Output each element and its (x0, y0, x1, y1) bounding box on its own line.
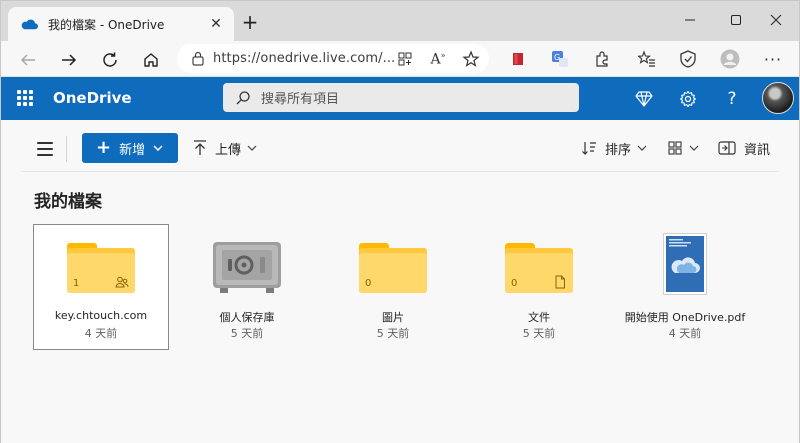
folder-thumbnail: 0 (326, 241, 460, 305)
new-button-label: 新增 (119, 142, 146, 158)
plus-icon: + (96, 137, 112, 158)
file-name: 個人保存庫 (219, 311, 275, 324)
favorite-star-icon[interactable] (461, 49, 481, 69)
favorites-list-icon[interactable] (637, 49, 657, 69)
file-name: 圖片 (382, 311, 404, 324)
sort-icon (582, 142, 596, 155)
sort-button[interactable]: 排序 (581, 137, 647, 159)
more-options-icon[interactable]: ··· (763, 49, 783, 69)
file-tile[interactable]: 0 圖片 5 天前 (325, 224, 461, 350)
home-icon[interactable] (138, 47, 164, 73)
folder-thumbnail: 1 (34, 241, 168, 305)
address-bar-row: https://onedrive.live.com/... A» G ··· (1, 41, 799, 77)
page-title: 我的檔案 (34, 192, 102, 212)
refresh-icon[interactable] (97, 47, 123, 73)
info-button[interactable]: 資訊 (718, 137, 776, 159)
file-name: key.chtouch.com (54, 309, 148, 322)
forward-icon[interactable] (56, 47, 82, 73)
account-avatar[interactable] (762, 82, 794, 114)
pdf-thumbnail (618, 233, 752, 297)
file-tile[interactable]: 開始使用 OneDrive.pdf 4 天前 (617, 224, 753, 350)
onedrive-brand[interactable]: OneDrive (53, 89, 132, 107)
chevron-down-icon (637, 145, 647, 151)
shared-people-icon (115, 276, 129, 288)
vault-thumbnail (180, 241, 314, 305)
chevron-down-icon (689, 145, 699, 151)
file-name: 開始使用 OneDrive.pdf (624, 311, 746, 324)
upload-icon (194, 140, 206, 155)
help-icon[interactable]: ? (721, 88, 743, 110)
search-input[interactable]: 搜尋所有項目 (223, 83, 579, 112)
grid-view-icon (668, 141, 682, 155)
file-modified: 5 天前 (376, 327, 410, 340)
lock-icon (192, 51, 204, 66)
file-modified: 4 天前 (668, 327, 702, 340)
pdf-document-icon (663, 233, 707, 295)
close-tab-icon[interactable]: ✕ (204, 12, 228, 36)
info-pane-icon (718, 141, 736, 155)
vault-safe-icon (213, 242, 281, 293)
read-aloud-icon[interactable]: A» (428, 49, 448, 69)
upload-button[interactable]: 上傳 (193, 137, 257, 159)
nav-menu-icon[interactable] (37, 142, 53, 156)
document-icon (555, 275, 565, 289)
chevron-down-icon (247, 145, 257, 151)
sort-label: 排序 (605, 142, 632, 158)
file-tile[interactable]: 0 文件 5 天前 (471, 224, 607, 350)
onedrive-header: OneDrive 搜尋所有項目 ? (1, 77, 799, 120)
onedrive-cloud-icon (21, 19, 38, 30)
search-placeholder: 搜尋所有項目 (261, 92, 340, 107)
extensions-puzzle-icon[interactable] (592, 49, 612, 69)
command-divider (66, 136, 67, 162)
file-modified: 4 天前 (84, 327, 118, 340)
file-modified: 5 天前 (522, 327, 556, 340)
main-content: + 新增 上傳 排序 資訊 我的檔案 1 key.chtouch.com 4 天… (1, 120, 799, 443)
collections-red-icon[interactable] (508, 49, 528, 69)
command-bar: + 新增 上傳 排序 資訊 (21, 128, 779, 172)
browser-essentials-icon[interactable] (678, 49, 698, 69)
info-label: 資訊 (744, 142, 771, 158)
settings-gear-icon[interactable] (677, 88, 699, 110)
new-tab-icon[interactable]: + (239, 10, 261, 34)
item-count: 1 (73, 278, 80, 289)
back-icon[interactable] (15, 47, 41, 73)
folder-thumbnail: 0 (472, 241, 606, 305)
close-window-icon[interactable] (753, 1, 799, 39)
url-text: https://onedrive.live.com/... (213, 51, 396, 66)
translate-extension-icon[interactable]: G (550, 49, 570, 69)
file-name: 文件 (528, 311, 550, 324)
upload-label: 上傳 (215, 142, 242, 158)
browser-tab[interactable]: 我的檔案 - OneDrive ✕ (8, 7, 234, 41)
premium-diamond-icon[interactable] (633, 88, 655, 110)
tab-strip: 我的檔案 - OneDrive ✕ + (1, 1, 799, 41)
file-modified: 5 天前 (230, 327, 264, 340)
chevron-down-icon (153, 145, 163, 151)
profile-icon[interactable] (720, 49, 740, 69)
new-button[interactable]: + 新增 (82, 133, 178, 163)
search-icon (236, 90, 250, 104)
app-available-icon[interactable] (395, 49, 415, 69)
app-launcher-icon[interactable] (17, 90, 33, 106)
tab-title: 我的檔案 - OneDrive (48, 17, 165, 32)
minimize-icon[interactable] (667, 1, 713, 39)
item-count: 0 (365, 278, 372, 289)
browser-window: 我的檔案 - OneDrive ✕ + https://onedrive.liv… (0, 0, 800, 443)
file-tile[interactable]: 個人保存庫 5 天前 (179, 224, 315, 350)
file-tile[interactable]: 1 key.chtouch.com 4 天前 (33, 224, 169, 350)
view-options-button[interactable] (667, 137, 699, 159)
item-count: 0 (511, 278, 518, 289)
